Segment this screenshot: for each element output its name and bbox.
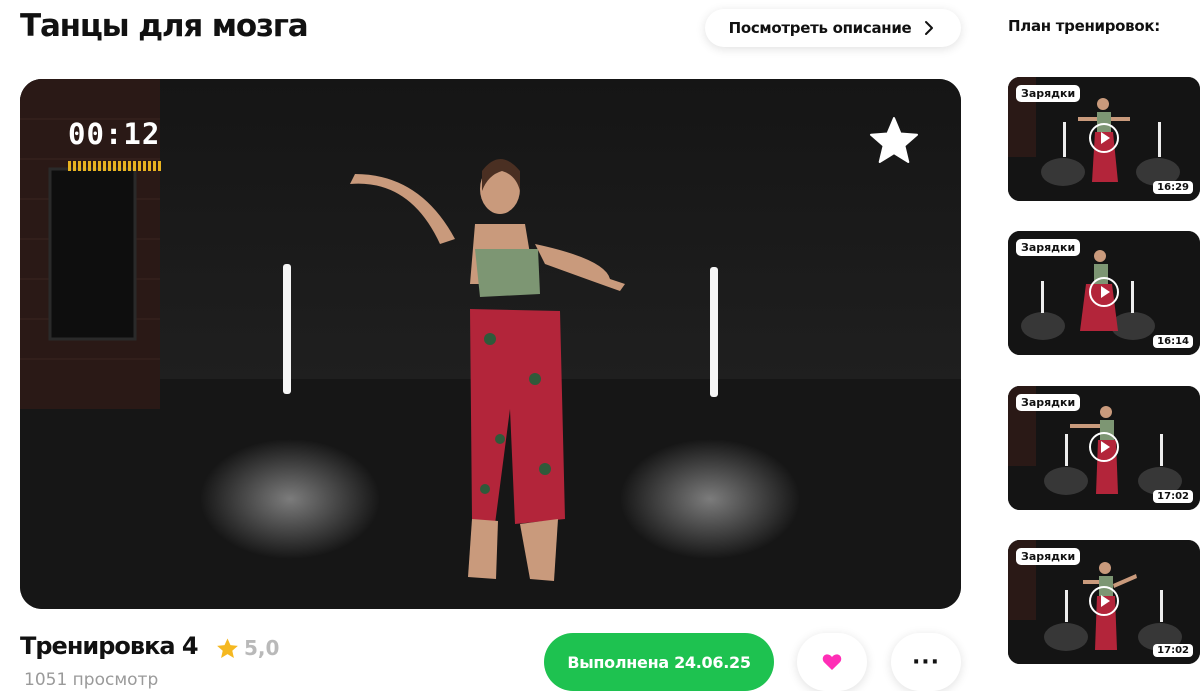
more-dots-icon: ··· <box>911 649 941 675</box>
play-icon[interactable] <box>1088 585 1120 617</box>
chevron-right-icon <box>925 21 934 35</box>
play-icon[interactable] <box>1088 276 1120 308</box>
play-icon[interactable] <box>1088 122 1120 154</box>
video-frame <box>20 79 961 609</box>
more-options-button[interactable]: ··· <box>891 633 961 691</box>
workout-title: Тренировка 4 <box>20 632 199 660</box>
rating: 5,0 <box>216 636 279 660</box>
plan-item-3[interactable]: Зарядки 17:02 <box>1008 386 1200 510</box>
plan-item-tag: Зарядки <box>1016 85 1081 102</box>
view-description-button[interactable]: Посмотреть описание <box>705 9 961 47</box>
rating-star-icon <box>217 637 238 658</box>
plan-item-tag: Зарядки <box>1016 394 1081 411</box>
completed-button[interactable]: Выполнена 24.06.25 <box>544 633 774 691</box>
rating-value: 5,0 <box>244 636 280 660</box>
timer-display: 00:12 <box>68 117 161 151</box>
plan-title: План тренировок: <box>1008 17 1160 35</box>
plan-item-duration: 16:14 <box>1153 335 1193 348</box>
view-description-label: Посмотреть описание <box>728 19 912 37</box>
star-icon[interactable] <box>868 115 920 167</box>
plan-item-2[interactable]: Зарядки 16:14 <box>1008 231 1200 355</box>
plan-item-duration: 16:29 <box>1153 181 1193 194</box>
plan-item-1[interactable]: Зарядки 16:29 <box>1008 77 1200 201</box>
plan-item-4[interactable]: Зарядки 17:02 <box>1008 540 1200 664</box>
view-count: 1051 просмотр <box>24 670 159 690</box>
plan-item-tag: Зарядки <box>1016 548 1081 565</box>
timer-progress-bar <box>68 161 163 171</box>
page-title: Танцы для мозга <box>20 8 309 44</box>
plan-item-duration: 17:02 <box>1153 490 1193 503</box>
heart-icon <box>822 654 842 670</box>
video-player[interactable]: 00:12 <box>20 79 961 609</box>
like-button[interactable] <box>797 633 867 691</box>
plan-item-tag: Зарядки <box>1016 239 1081 256</box>
plan-item-duration: 17:02 <box>1153 644 1193 657</box>
play-icon[interactable] <box>1088 431 1120 463</box>
